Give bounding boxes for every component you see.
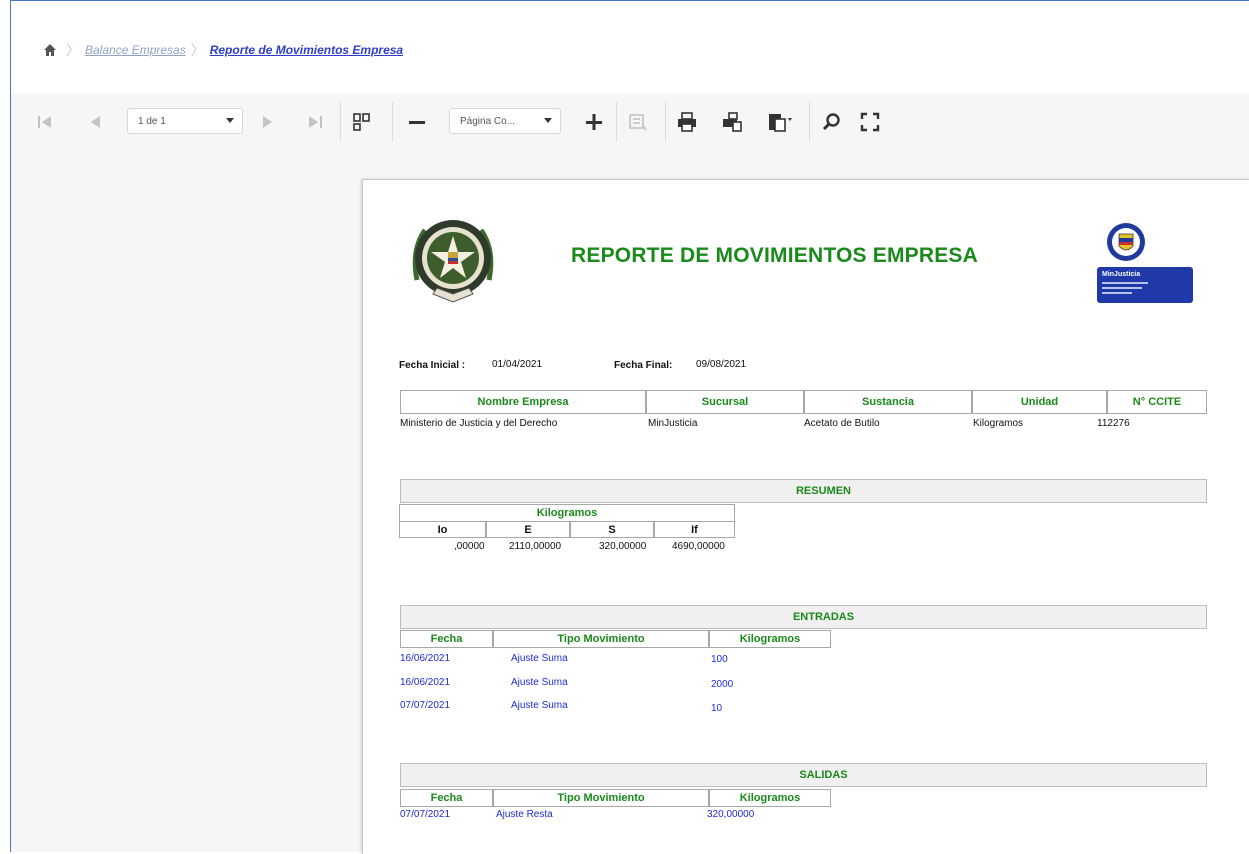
first-page-icon[interactable] [31,108,59,136]
search-icon[interactable] [818,108,846,136]
chevron-right-icon: 〉 [190,42,205,58]
entradas-row-3-fecha: 07/07/2021 [400,700,451,711]
entradas-row-2-kg: 2000 [711,679,734,690]
chevron-down-icon [226,118,234,123]
page-select-value: 1 de 1 [138,115,166,127]
prev-page-icon[interactable] [81,108,109,136]
toolbar-divider [665,102,666,142]
salidas-row-1-tipo: Ajuste Resta [496,809,553,820]
col-header-sucursal: Sucursal [646,390,804,414]
col-header-sustancia: Sustancia [804,390,972,414]
policia-emblem-logo [412,220,494,303]
resumen-value-e: 2110,00000 [509,541,562,552]
toolbar-divider [392,102,393,142]
zoom-in-icon[interactable] [580,108,608,136]
entradas-col-tipo: Tipo Movimiento [493,630,709,648]
breadcrumb-bar: 〉 Balance Empresas 〉 Reporte de Movimien… [11,1,1249,94]
minjusticia-logo: MinJusticia [1097,267,1193,303]
chevron-right-icon: 〉 [66,42,80,58]
report-page: REPORTE DE MOVIMIENTOS EMPRESA MinJustic… [362,179,1249,854]
breadcrumb-item-balance-empresas[interactable]: Balance Empresas [85,43,186,57]
cell-unidad: Kilogramos [973,418,1024,429]
entradas-col-kilogramos: Kilogramos [709,630,831,648]
resumen-col-e: E [486,521,570,538]
fecha-inicial-value: 01/04/2021 [492,359,543,370]
chevron-down-icon [544,118,552,123]
entradas-col-fecha: Fecha [400,630,493,648]
zoom-select[interactable]: Página Co... [449,108,561,134]
toolbar-divider [616,102,617,142]
section-entradas-header: ENTRADAS [400,605,1207,629]
salidas-col-fecha: Fecha [400,789,493,807]
highlight-icon[interactable] [624,108,652,136]
entradas-row-3-tipo: Ajuste Suma [511,700,568,711]
entradas-row-1-fecha: 16/06/2021 [400,653,451,664]
print-page-icon[interactable] [718,108,746,136]
salidas-col-tipo: Tipo Movimiento [493,789,709,807]
cell-sucursal: MinJusticia [648,418,698,429]
resumen-unit-header: Kilogramos [399,504,735,521]
resumen-value-s: 320,00000 [599,541,647,552]
last-page-icon[interactable] [301,108,329,136]
entradas-row-1-tipo: Ajuste Suma [511,653,568,664]
entradas-row-2-fecha: 16/06/2021 [400,677,451,688]
resumen-col-io: Io [399,521,486,538]
breadcrumb: 〉 Balance Empresas 〉 Reporte de Movimien… [43,40,403,60]
resumen-value-if: 4690,00000 [672,541,725,552]
page-select[interactable]: 1 de 1 [127,108,243,134]
breadcrumb-item-reporte[interactable]: Reporte de Movimientos Empresa [210,43,403,57]
minjusticia-logo-text: MinJusticia [1102,271,1141,278]
cell-sustancia: Acetato de Butilo [804,418,880,429]
salidas-row-1-kg: 320,00000 [707,809,755,820]
resumen-col-if: If [654,521,735,538]
report-viewer-toolbar: 1 de 1 Página Co... [11,94,1249,154]
salidas-row-1-fecha: 07/07/2021 [400,809,451,820]
report-title: REPORTE DE MOVIMIENTOS EMPRESA [571,244,978,267]
fullscreen-icon[interactable] [856,108,884,136]
cell-nombre-empresa: Ministerio de Justicia y del Derecho [400,418,558,429]
toolbar-divider [809,102,810,142]
next-page-icon[interactable] [254,108,282,136]
colombia-shield-seal [1107,223,1145,261]
resumen-col-s: S [570,521,654,538]
print-icon[interactable] [673,108,701,136]
fecha-final-label: Fecha Final: [614,360,673,371]
home-icon[interactable] [43,43,57,57]
toolbar-divider [340,102,341,142]
entradas-row-3-kg: 10 [711,703,723,714]
zoom-out-icon[interactable] [403,108,431,136]
section-salidas-header: SALIDAS [400,763,1207,787]
salidas-col-kilogramos: Kilogramos [709,789,831,807]
col-header-ccite: N° CCITE [1107,390,1207,414]
entradas-row-1-kg: 100 [711,654,728,665]
app-frame: 〉 Balance Empresas 〉 Reporte de Movimien… [10,0,1249,854]
multipage-icon[interactable] [348,108,376,136]
col-header-nombre-empresa: Nombre Empresa [400,390,646,414]
fecha-final-value: 09/08/2021 [696,359,747,370]
cell-ccite: 112276 [1097,418,1130,429]
zoom-select-value: Página Co... [460,115,516,127]
section-resumen-header: RESUMEN [400,479,1207,503]
entradas-row-2-tipo: Ajuste Suma [511,677,568,688]
fecha-inicial-label: Fecha Inicial : [399,360,466,371]
resumen-value-io: ,00000 [454,541,485,552]
col-header-unidad: Unidad [972,390,1107,414]
export-icon[interactable] [766,108,794,136]
